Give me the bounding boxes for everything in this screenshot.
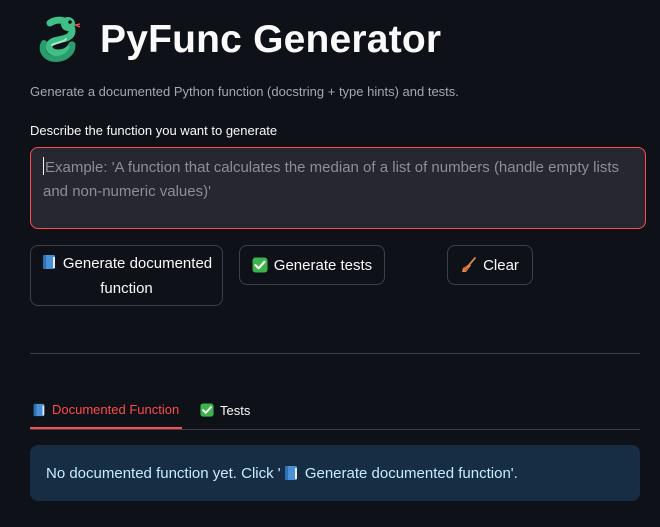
output-tabs: Documented Function Tests xyxy=(30,392,640,430)
blue-book-icon xyxy=(284,466,297,480)
tab-tests[interactable]: Tests xyxy=(200,392,250,428)
info-suffix: Generate documented function'. xyxy=(300,464,518,482)
prompt-placeholder: Example: 'A function that calculates the… xyxy=(43,159,619,200)
info-prefix: No documented function yet. Click ' xyxy=(46,464,281,482)
page-title: PyFunc Generator xyxy=(100,17,442,61)
generate-tests-label: Generate tests xyxy=(273,256,373,274)
section-divider xyxy=(30,353,640,354)
page-subtitle: Generate a documented Python function (d… xyxy=(30,84,459,99)
check-mark-icon xyxy=(252,257,268,273)
tab-documented-function[interactable]: Documented Function xyxy=(30,392,182,429)
generate-tests-button[interactable]: Generate tests xyxy=(239,245,385,285)
broom-icon xyxy=(462,257,476,272)
text-caret xyxy=(43,157,44,175)
prompt-label: Describe the function you want to genera… xyxy=(30,123,278,138)
blue-book-icon xyxy=(42,254,55,269)
prompt-textarea[interactable]: Example: 'A function that calculates the… xyxy=(30,147,646,229)
generate-function-label: Generate documented function xyxy=(62,254,213,297)
tab-documented-function-label: Documented Function xyxy=(52,402,180,417)
info-message: No documented function yet. Click ' Gene… xyxy=(30,445,640,501)
clear-button[interactable]: Clear xyxy=(447,245,533,285)
page-header: PyFunc Generator xyxy=(36,14,441,64)
blue-book-icon xyxy=(33,403,45,416)
tab-tests-label: Tests xyxy=(220,402,251,418)
snake-icon xyxy=(39,16,81,63)
check-mark-icon xyxy=(200,403,214,417)
generate-function-button[interactable]: Generate documented function xyxy=(30,245,223,306)
clear-label: Clear xyxy=(483,256,519,274)
